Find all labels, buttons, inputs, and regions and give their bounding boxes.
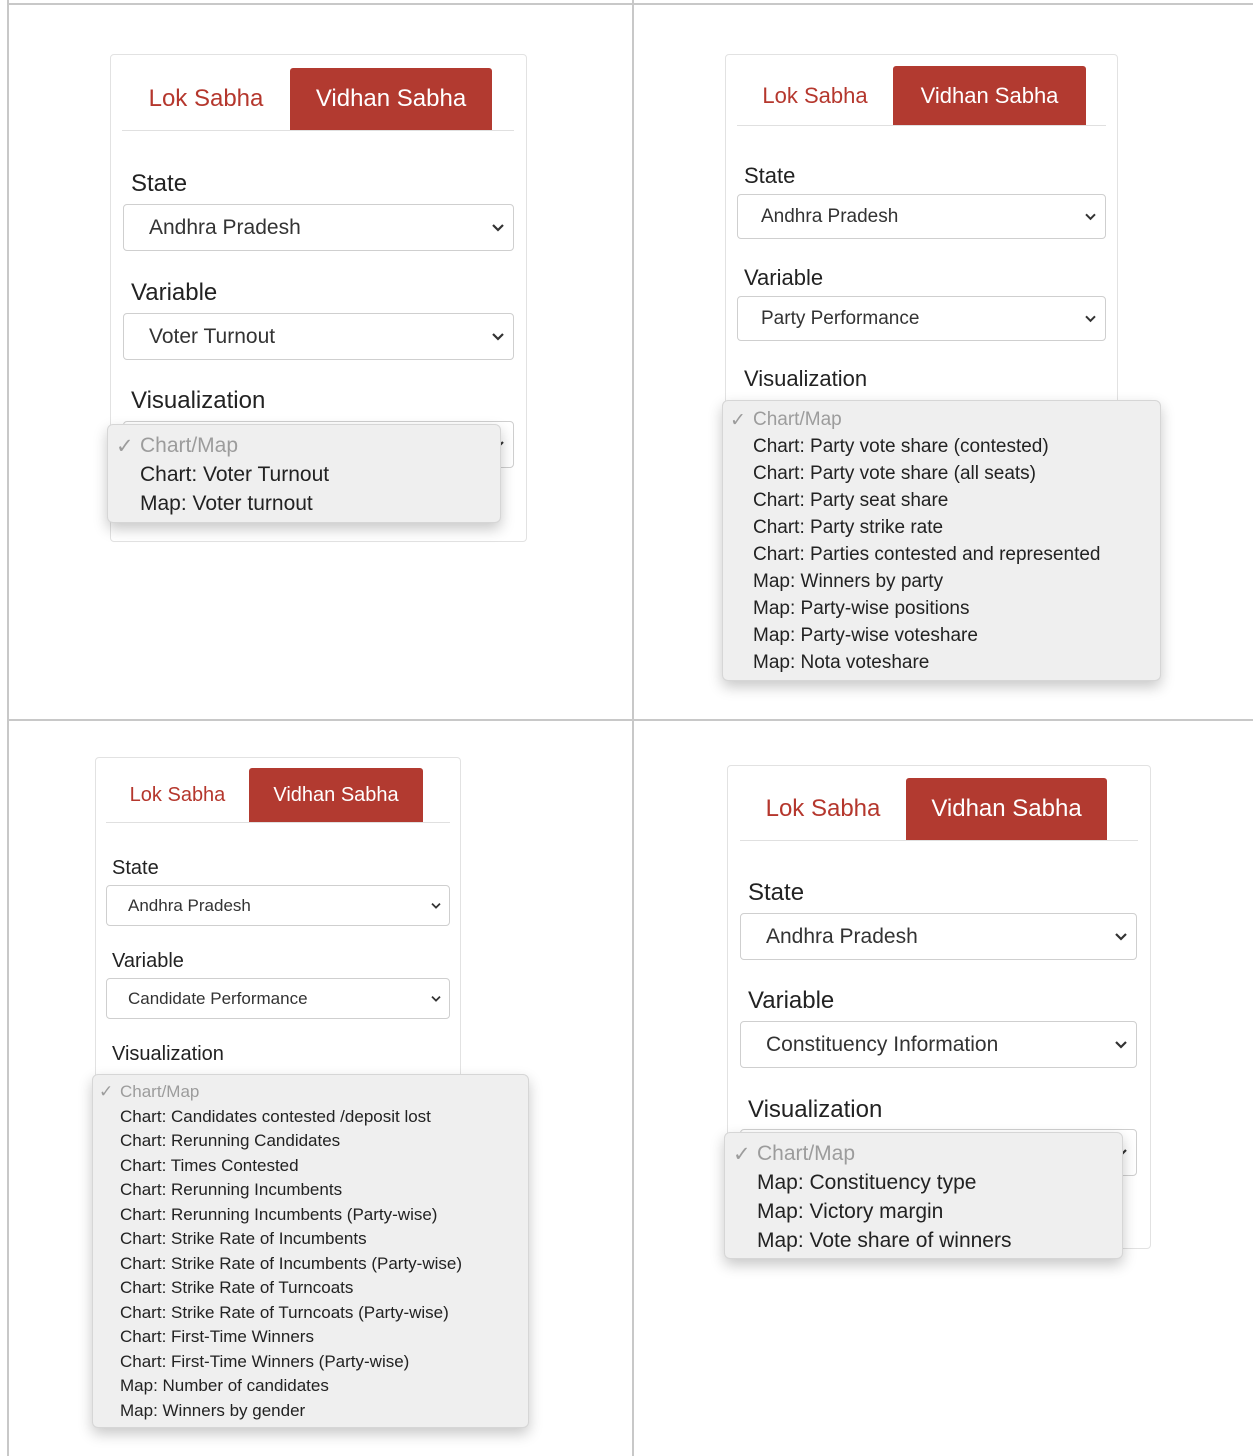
tab-vidhan-sabha[interactable]: Vidhan Sabha [893,66,1086,125]
check-icon: ✓ [116,435,134,458]
chevron-down-icon [1115,932,1127,941]
tab-bar: Lok Sabha Vidhan Sabha [122,68,514,131]
variable-label: Variable [748,987,835,1014]
dropdown-option[interactable]: Chart: Candidates contested /deposit los… [120,1107,431,1127]
tab-bar: Lok Sabha Vidhan Sabha [737,66,1106,126]
dropdown-option[interactable]: Chart: Strike Rate of Incumbents (Party-… [120,1254,462,1274]
variable-select-value: Constituency Information [766,1032,999,1056]
chevron-down-icon [1115,1040,1127,1049]
chevron-down-icon [431,995,441,1002]
tab-lok-sabha[interactable]: Lok Sabha [106,768,249,822]
state-select-value: Andhra Pradesh [128,895,251,915]
dropdown-option[interactable]: Chart: Party strike rate [753,517,943,539]
variable-select-value: Party Performance [761,307,920,329]
variable-label: Variable [744,265,824,290]
variable-select-value: Voter Turnout [149,324,276,348]
tab-bar: Lok Sabha Vidhan Sabha [106,768,450,823]
dropdown-option[interactable]: Chart/Map [120,1082,199,1102]
dropdown-option[interactable]: Map: Number of candidates [120,1376,329,1396]
visualization-dropdown: ✓ Chart/Map Map: Constituency type Map: … [724,1132,1123,1259]
visualization-dropdown: ✓ Chart/Map Chart: Party vote share (con… [722,400,1161,681]
state-select[interactable]: Andhra Pradesh [737,194,1106,239]
check-icon: ✓ [99,1082,114,1101]
dropdown-option[interactable]: Map: Constituency type [757,1171,976,1195]
tab-vidhan-sabha[interactable]: Vidhan Sabha [249,768,423,822]
dropdown-option[interactable]: Chart: First-Time Winners [120,1327,314,1347]
dropdown-option[interactable]: Chart: Rerunning Incumbents (Party-wise) [120,1205,437,1225]
visualization-label: Visualization [131,387,266,414]
tab-vidhan-sabha[interactable]: Vidhan Sabha [290,68,492,130]
variable-label: Variable [112,950,184,972]
dropdown-option[interactable]: Map: Winners by gender [120,1401,305,1421]
dropdown-option[interactable]: Map: Voter turnout [140,492,313,516]
dropdown-option[interactable]: Chart: Rerunning Candidates [120,1131,340,1151]
state-label: State [744,163,796,188]
dropdown-option[interactable]: Map: Party-wise voteshare [753,625,978,647]
chevron-down-icon [1085,213,1096,220]
variable-select[interactable]: Voter Turnout [123,313,514,360]
dropdown-option[interactable]: Chart: Times Contested [120,1156,299,1176]
dropdown-option[interactable]: Chart: First-Time Winners (Party-wise) [120,1352,409,1372]
dropdown-option[interactable]: Chart/Map [140,434,238,458]
tab-bar: Lok Sabha Vidhan Sabha [740,778,1138,841]
dropdown-option[interactable]: Map: Vote share of winners [757,1229,1011,1253]
state-label: State [112,857,159,879]
dropdown-option[interactable]: Chart: Party seat share [753,490,948,512]
dropdown-option[interactable]: Chart: Parties contested and represented [753,544,1100,566]
check-icon: ✓ [733,1143,751,1166]
variable-select-value: Candidate Performance [128,988,308,1008]
check-icon: ✓ [730,410,746,431]
tab-vidhan-sabha[interactable]: Vidhan Sabha [906,778,1107,840]
state-label: State [131,170,188,197]
variable-select[interactable]: Party Performance [737,296,1106,341]
dropdown-option[interactable]: Chart: Voter Turnout [140,463,329,487]
dropdown-option[interactable]: Map: Victory margin [757,1200,943,1224]
variable-label: Variable [131,279,218,306]
dropdown-option[interactable]: Map: Winners by party [753,571,943,593]
tab-lok-sabha[interactable]: Lok Sabha [740,778,906,840]
tab-lok-sabha[interactable]: Lok Sabha [122,68,290,130]
dropdown-option[interactable]: Chart/Map [757,1142,855,1166]
visualization-dropdown: ✓ Chart/Map Chart: Voter Turnout Map: Vo… [107,424,501,523]
dropdown-option[interactable]: Map: Nota voteshare [753,652,929,674]
visualization-dropdown: ✓ Chart/Map Chart: Candidates contested … [92,1074,529,1428]
dropdown-option[interactable]: Chart: Party vote share (all seats) [753,463,1036,485]
state-select-value: Andhra Pradesh [766,924,918,948]
chevron-down-icon [492,332,504,341]
state-select-value: Andhra Pradesh [149,215,301,239]
chevron-down-icon [492,223,504,232]
variable-select[interactable]: Candidate Performance [106,978,450,1019]
state-select[interactable]: Andhra Pradesh [740,913,1137,960]
dropdown-option[interactable]: Chart: Strike Rate of Incumbents [120,1229,367,1249]
dropdown-option[interactable]: Chart: Party vote share (contested) [753,436,1049,458]
variable-select[interactable]: Constituency Information [740,1021,1137,1068]
dropdown-option[interactable]: Chart: Strike Rate of Turncoats [120,1278,353,1298]
state-select[interactable]: Andhra Pradesh [106,885,450,926]
visualization-label: Visualization [748,1096,883,1123]
tab-lok-sabha[interactable]: Lok Sabha [737,66,893,125]
dropdown-option[interactable]: Map: Party-wise positions [753,598,969,620]
state-label: State [748,879,805,906]
state-select-value: Andhra Pradesh [761,205,899,227]
dropdown-option[interactable]: Chart/Map [753,409,842,431]
chevron-down-icon [431,902,441,909]
visualization-label: Visualization [744,366,868,391]
dropdown-option[interactable]: Chart: Strike Rate of Turncoats (Party-w… [120,1303,449,1323]
state-select[interactable]: Andhra Pradesh [123,204,514,251]
visualization-label: Visualization [112,1043,224,1065]
dropdown-option[interactable]: Chart: Rerunning Incumbents [120,1180,342,1200]
chevron-down-icon [1085,315,1096,322]
